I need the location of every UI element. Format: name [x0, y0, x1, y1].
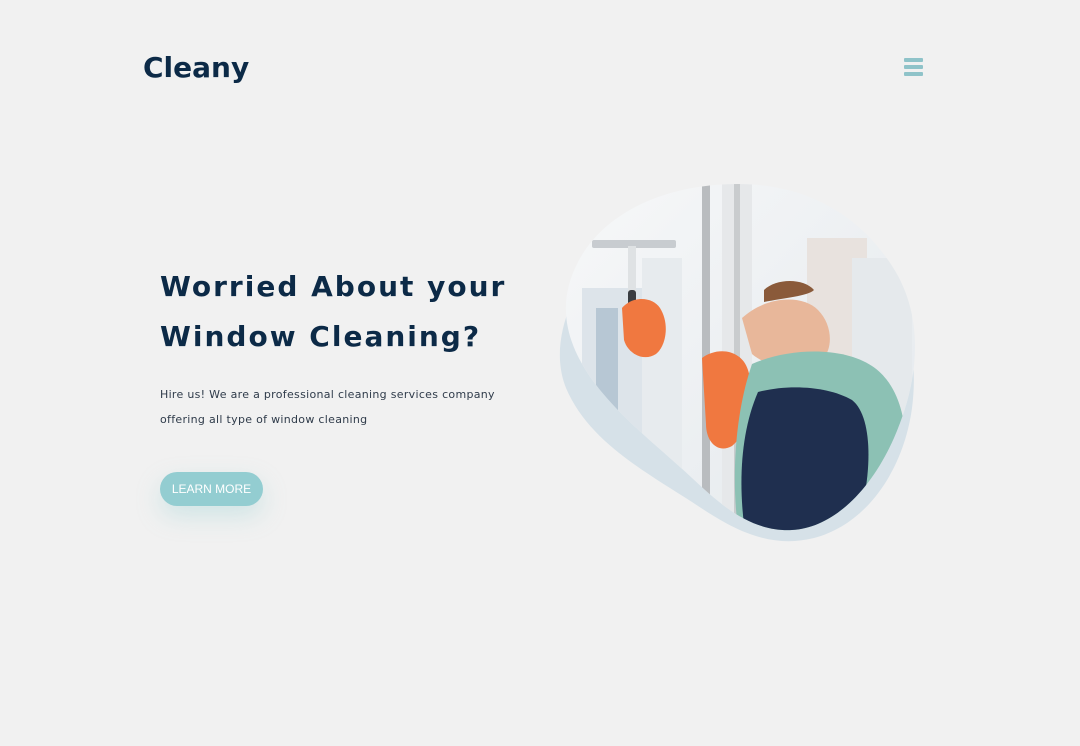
hero-description: Hire us! We are a professional cleaning … [160, 382, 505, 432]
logo[interactable]: Cleany [143, 48, 249, 88]
hero-title-line-1: Worried About your [160, 270, 507, 303]
hero-description-line-2: offering all type of window cleaning [160, 413, 368, 426]
hero-description-line-1: Hire us! We are a professional cleaning … [160, 388, 495, 401]
hero-title-line-2: Window Cleaning? [160, 320, 482, 353]
learn-more-button[interactable]: LEARN MORE [160, 472, 263, 506]
hamburger-menu-icon[interactable] [900, 55, 926, 79]
hero-image [559, 184, 916, 542]
hero-title: Worried About your Window Cleaning? [160, 262, 560, 362]
